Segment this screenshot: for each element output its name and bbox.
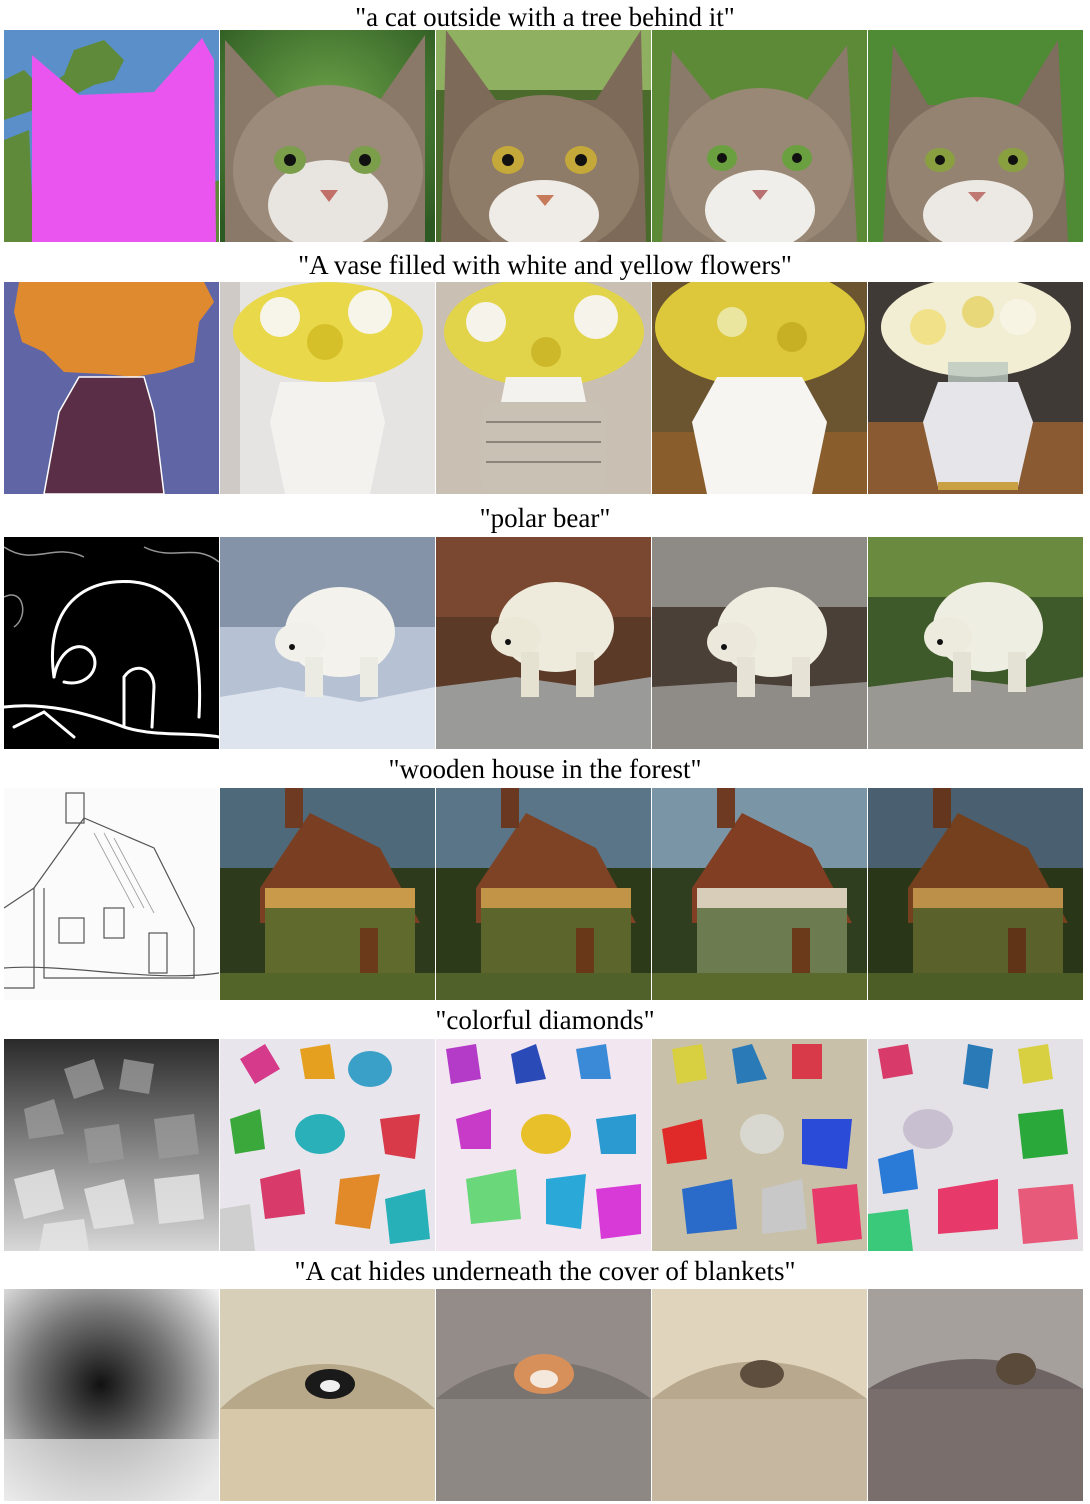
image-row-polar-bear [4,537,1084,749]
house-output-2 [436,788,651,1000]
cat-output-1 [220,30,435,242]
polar-bear-output-4 [868,537,1083,749]
row-3-caption: "polar bear" [479,503,611,533]
house-output-1 [220,788,435,1000]
hidden-cat-output-4 [868,1289,1083,1501]
cat-output-3 [652,30,867,242]
row-6-caption: "A cat hides underneath the cover of bla… [294,1256,796,1286]
hidden-cat-output-3 [652,1289,867,1501]
cat-segmentation-map [4,30,219,242]
hidden-cat-depth-map [4,1289,219,1501]
hidden-cat-output-2 [436,1289,651,1501]
polar-bear-output-2 [436,537,651,749]
image-row-hidden-cat [4,1289,1084,1501]
row-1-caption: "a cat outside with a tree behind it" [355,2,735,32]
hidden-cat-output-1 [220,1289,435,1501]
polar-bear-output-3 [652,537,867,749]
cat-output-2 [436,30,651,242]
polar-bear-output-1 [220,537,435,749]
diamonds-depth-map [4,1039,219,1251]
vase-output-1 [220,282,435,494]
vase-output-2 [436,282,651,494]
image-row-vase [4,282,1084,494]
diamonds-output-4 [868,1039,1083,1251]
house-output-4 [868,788,1083,1000]
diamonds-output-1 [220,1039,435,1251]
polar-bear-edge-map [4,537,219,749]
cat-output-4 [868,30,1083,242]
row-4-caption: "wooden house in the forest" [388,754,702,784]
house-output-3 [652,788,867,1000]
image-row-house [4,788,1084,1000]
row-2-caption: "A vase filled with white and yellow flo… [298,250,792,280]
vase-segmentation-map [4,282,219,494]
house-sketch [4,788,219,1000]
vase-output-4 [868,282,1083,494]
image-row-cat [4,30,1084,242]
vase-output-3 [652,282,867,494]
row-5-caption: "colorful diamonds" [435,1005,655,1035]
diamonds-output-3 [652,1039,867,1251]
diamonds-output-2 [436,1039,651,1251]
image-row-diamonds [4,1039,1084,1251]
